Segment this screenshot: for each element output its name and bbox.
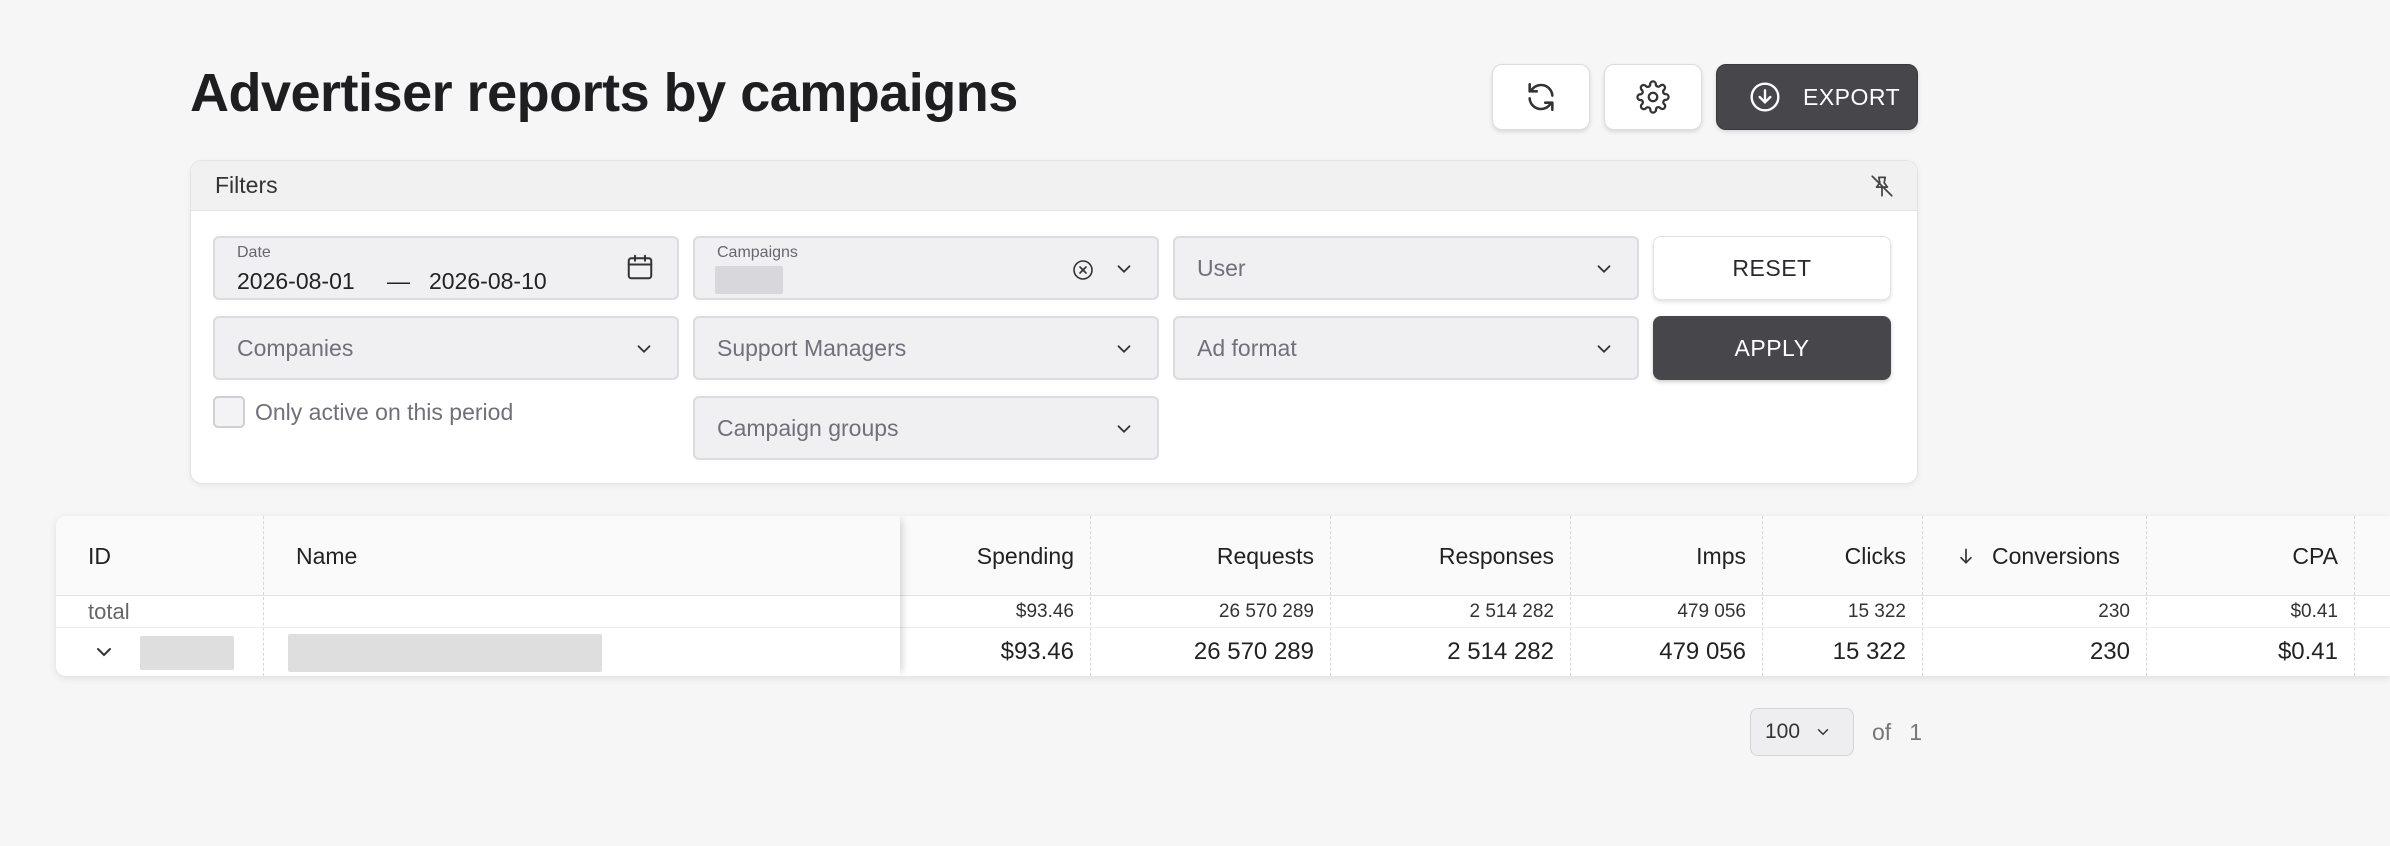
total-cpa: $0.41 — [2290, 600, 2338, 622]
campaigns-label: Campaigns — [717, 244, 798, 261]
reset-button[interactable]: RESET — [1653, 236, 1891, 300]
column-header-cpa[interactable]: CPA — [2152, 516, 2338, 596]
row-spending: $93.46 — [1000, 638, 1074, 665]
total-requests: 26 570 289 — [1218, 600, 1314, 622]
row-id-value — [140, 636, 234, 670]
only-active-checkbox-row[interactable]: Only active on this period — [213, 396, 513, 428]
table-total-row: total $93.46 26 570 289 2 514 282 479 05… — [56, 596, 2390, 628]
only-active-label: Only active on this period — [255, 398, 514, 425]
refresh-icon — [1528, 82, 1554, 112]
arrow-down-icon — [1960, 548, 1972, 564]
pagination: 100 of 1 — [1750, 708, 1922, 756]
gear-icon — [1636, 80, 1670, 114]
row-clicks: 15 322 — [1832, 638, 1906, 665]
date-from-value[interactable]: 2026-08-01 — [237, 268, 355, 295]
conversions-label: Conversions — [1992, 542, 2120, 569]
refresh-button[interactable] — [1492, 64, 1590, 130]
ad-format-select[interactable]: Ad format — [1173, 316, 1639, 380]
apply-button[interactable]: APPLY — [1653, 316, 1891, 380]
row-requests: 26 570 289 — [1193, 638, 1314, 665]
column-header-responses[interactable]: Responses — [1336, 516, 1554, 596]
download-circle-icon — [1750, 82, 1780, 112]
ad-format-placeholder: Ad format — [1197, 334, 1297, 361]
companies-placeholder: Companies — [237, 334, 354, 361]
chevron-down-icon — [1597, 345, 1611, 354]
column-header-name[interactable]: Name — [296, 516, 357, 596]
export-button[interactable]: EXPORT — [1716, 64, 1918, 130]
date-label: Date — [237, 244, 271, 261]
user-placeholder: User — [1197, 254, 1246, 281]
chevron-down-icon — [637, 345, 651, 354]
date-range-field[interactable]: Date 2026-08-01 — 2026-08-10 — [213, 236, 679, 300]
total-conversions: 230 — [2098, 600, 2130, 622]
column-header-spending[interactable]: Spending — [906, 516, 1074, 596]
chevron-down-icon — [1117, 425, 1131, 434]
user-select[interactable]: User — [1173, 236, 1639, 300]
total-responses: 2 514 282 — [1469, 600, 1554, 622]
date-to-value[interactable]: 2026-08-10 — [429, 268, 547, 295]
pagination-total-pages: 1 — [1909, 718, 1922, 745]
support-managers-placeholder: Support Managers — [717, 334, 907, 361]
page: Advertiser reports by campaigns EXPORT F… — [0, 0, 2390, 846]
page-title: Advertiser reports by campaigns — [190, 63, 1018, 123]
export-label: EXPORT — [1803, 83, 1901, 110]
settings-button[interactable] — [1604, 64, 1702, 130]
report-table: ID Name Spending Requests Responses Imps… — [56, 516, 2390, 676]
column-header-imps[interactable]: Imps — [1576, 516, 1746, 596]
campaigns-select[interactable]: Campaigns — [693, 236, 1159, 300]
filters-panel: Filters Date 2026-08-01 — 2026-08-10 Cam… — [190, 160, 1918, 484]
total-clicks: 15 322 — [1847, 600, 1906, 622]
column-header-id[interactable]: ID — [88, 516, 111, 596]
calendar-icon[interactable] — [625, 252, 655, 282]
campaigns-selected-value — [715, 266, 783, 294]
column-header-clicks[interactable]: Clicks — [1768, 516, 1906, 596]
campaign-groups-select[interactable]: Campaign groups — [693, 396, 1159, 460]
chevron-down-icon — [1817, 729, 1829, 736]
chevron-down-icon — [1117, 345, 1131, 354]
table-row[interactable]: $93.46 26 570 289 2 514 282 479 056 15 3… — [56, 628, 2390, 676]
companies-select[interactable]: Companies — [213, 316, 679, 380]
row-responses: 2 514 282 — [1447, 638, 1554, 665]
column-header-conversions[interactable]: Conversions — [1956, 516, 2146, 596]
total-spending: $93.46 — [1015, 600, 1074, 622]
page-size-select[interactable]: 100 — [1750, 708, 1854, 756]
page-size-value: 100 — [1765, 720, 1801, 743]
date-separator: — — [387, 268, 410, 294]
clear-icon[interactable] — [1071, 258, 1095, 282]
chevron-down-icon[interactable] — [92, 640, 116, 664]
row-cpa: $0.41 — [2277, 638, 2338, 665]
total-imps: 479 056 — [1677, 600, 1746, 622]
column-header-requests[interactable]: Requests — [1096, 516, 1314, 596]
row-name-value[interactable] — [288, 634, 602, 672]
pagination-of-label: of — [1872, 718, 1892, 745]
filters-header: Filters — [191, 161, 1917, 211]
campaign-groups-placeholder: Campaign groups — [717, 414, 899, 441]
total-label: total — [88, 598, 130, 624]
chevron-down-icon — [1117, 265, 1131, 274]
chevron-down-icon — [1597, 265, 1611, 274]
only-active-checkbox[interactable] — [213, 396, 245, 428]
row-conversions: 230 — [2089, 638, 2130, 665]
filters-title: Filters — [215, 172, 278, 198]
row-imps: 479 056 — [1659, 638, 1746, 665]
unpin-icon[interactable] — [1869, 173, 1895, 204]
support-managers-select[interactable]: Support Managers — [693, 316, 1159, 380]
